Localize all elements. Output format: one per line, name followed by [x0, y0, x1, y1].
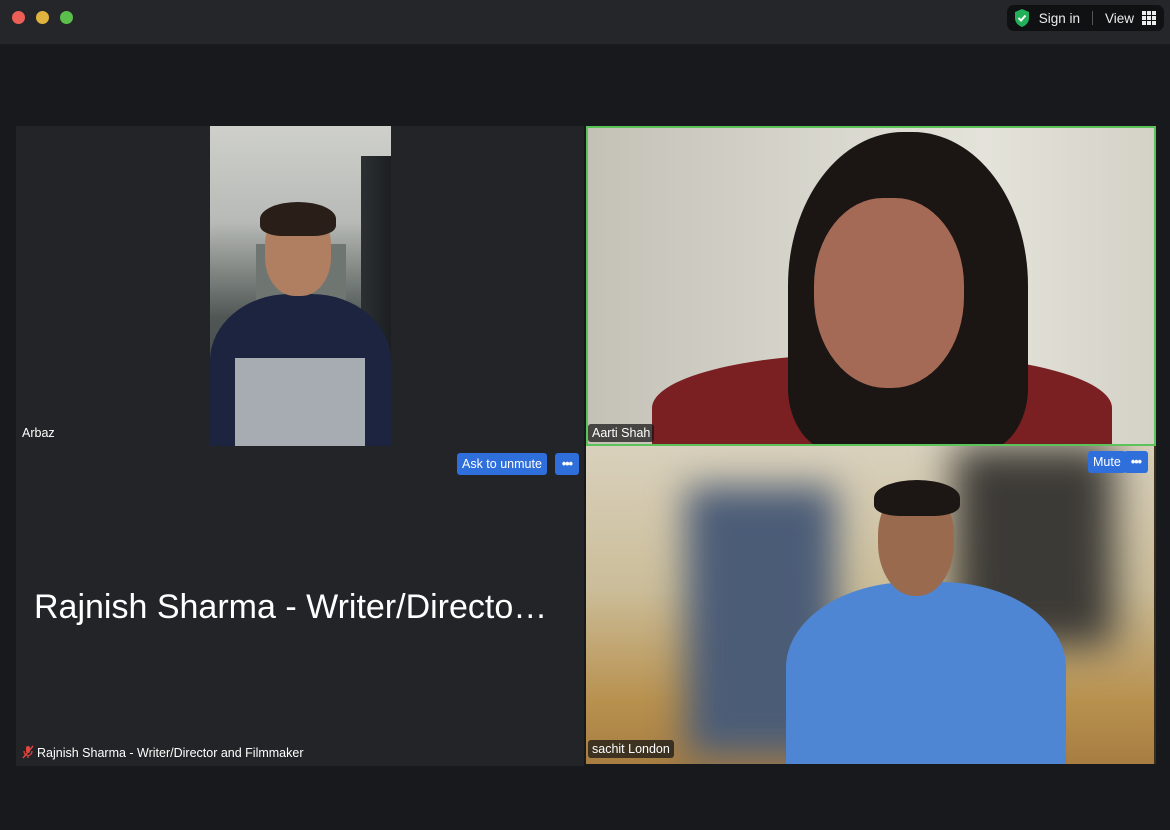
participant-name-label: sachit London	[588, 740, 674, 758]
participant-name-label: Rajnish Sharma - Writer/Director and Fil…	[18, 743, 308, 762]
participant-video	[586, 446, 1154, 764]
more-options-button[interactable]: •••	[1124, 451, 1148, 473]
mic-off-icon	[22, 745, 34, 759]
participant-tile-arbaz[interactable]: Arbaz	[16, 126, 584, 446]
ask-to-unmute-button[interactable]: Ask to unmute	[457, 453, 547, 475]
sign-in-button[interactable]: Sign in	[1039, 11, 1080, 26]
top-right-controls: Sign in View	[1006, 5, 1164, 31]
participant-name-label: Arbaz	[22, 426, 55, 440]
grid-icon[interactable]	[1142, 11, 1156, 25]
mute-button[interactable]: Mute	[1088, 451, 1126, 473]
minimize-window-button[interactable]	[36, 11, 49, 24]
participant-name: Rajnish Sharma - Writer/Director and Fil…	[37, 746, 304, 760]
participant-name-label: Aarti Shah	[588, 424, 655, 442]
participant-tile-aarti-shah[interactable]: Aarti Shah	[586, 126, 1156, 446]
participant-tile-rajnish-sharma[interactable]: Ask to unmute ••• Rajnish Sharma - Write…	[16, 446, 584, 766]
more-options-button[interactable]: •••	[555, 453, 579, 475]
view-button[interactable]: View	[1105, 11, 1134, 26]
divider	[1091, 11, 1093, 25]
participant-video	[588, 128, 1154, 444]
shield-check-icon[interactable]	[1013, 8, 1031, 28]
close-window-button[interactable]	[12, 11, 25, 24]
participant-tile-sachit-london[interactable]: Mute ••• sachit London	[586, 446, 1156, 764]
title-bar: Sign in View	[0, 0, 1170, 45]
participant-display-name: Rajnish Sharma - Writer/Directo…	[34, 588, 548, 626]
participant-video	[210, 126, 391, 446]
maximize-window-button[interactable]	[60, 11, 73, 24]
